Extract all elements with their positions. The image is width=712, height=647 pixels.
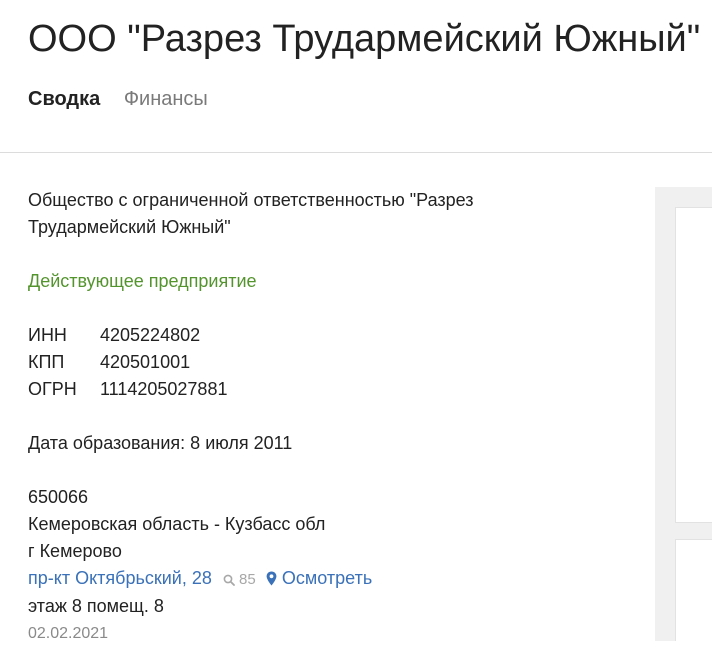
tab-finances[interactable]: Финансы (124, 86, 208, 112)
status-text: Действующее предприятие (28, 271, 257, 291)
ogrn-value: 1114205027881 (100, 379, 228, 399)
address-street-link[interactable]: пр-кт Октябрьский, 28 (28, 568, 212, 588)
view-map-label[interactable]: Осмотреть (282, 568, 372, 588)
kpp-label: КПП (28, 352, 65, 372)
postal-code: 650066 (28, 487, 89, 507)
side-card (675, 539, 712, 641)
company-info: Общество с ограниченной ответственностью… (28, 187, 628, 647)
address-block: 650066 Кемеровская область - Кузбасс обл… (28, 484, 628, 647)
side-card (675, 207, 712, 523)
inn-label: ИНН (28, 325, 67, 345)
update-date: 02.02.2021 (28, 625, 109, 642)
page-title: ООО "Разрез Трудармейский Южный" (28, 18, 701, 60)
inn-value: 4205224802 (100, 325, 201, 345)
company-full-name: Общество с ограниченной ответственностью… (28, 190, 474, 237)
codes-block: ИНН 4205224802 КПП 420501001 ОГРН 111420502… (28, 322, 628, 403)
address-region: Кемеровская область - Кузбасс обл (28, 514, 326, 534)
ogrn-label: ОГРН (28, 379, 77, 399)
registration-date: Дата образования: 8 июля 2011 (28, 433, 293, 453)
tab-summary[interactable]: Сводка (28, 86, 100, 112)
views-counter: 85 (223, 571, 260, 588)
tab-bar: Сводка Финансы (28, 86, 226, 112)
kpp-row: КПП 420501001 (28, 349, 628, 376)
search-icon (223, 574, 235, 586)
page-header: ООО "Разрез Трудармейский Южный" Сводка … (0, 0, 712, 153)
map-pin-icon (266, 571, 277, 586)
view-map-link[interactable]: Осмотреть (266, 568, 372, 588)
views-count: 85 (239, 571, 256, 588)
address-detail: этаж 8 помещ. 8 (28, 596, 164, 616)
kpp-value: 420501001 (100, 352, 191, 372)
address-street-row: пр-кт Октябрьский, 28 85 Осмотреть (28, 565, 628, 593)
address-city: г Кемерово (28, 541, 122, 561)
ogrn-row: ОГРН 1114205027881 (28, 376, 628, 403)
inn-row: ИНН 4205224802 (28, 322, 628, 349)
